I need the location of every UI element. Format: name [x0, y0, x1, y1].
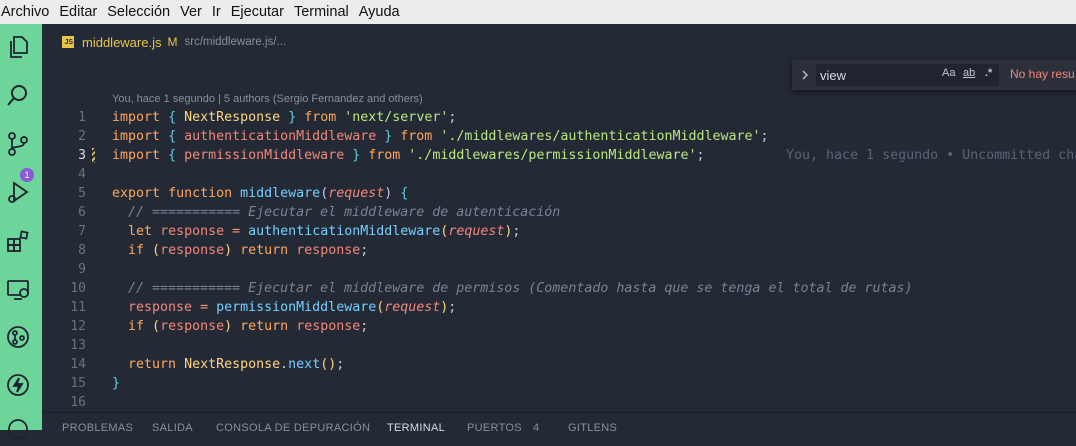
code-line: 6 // =========== Ejecutar el middleware … [42, 203, 1076, 222]
gitlens-codelens[interactable]: You, hace 1 segundo | 5 authors (Sergio … [112, 93, 423, 105]
javascript-file-icon: JS [62, 36, 74, 48]
run-debug-icon[interactable] [5, 179, 31, 205]
line-number: 8 [78, 243, 86, 258]
modified-indicator: M [167, 35, 178, 49]
source-control-icon[interactable] [5, 131, 31, 157]
code-line: 11 response = permissionMiddleware(reque… [42, 298, 1076, 317]
code-line: 10 // =========== Ejecutar el middleware… [42, 279, 1076, 298]
line-number: 10 [70, 281, 86, 296]
breadcrumb-file[interactable]: middleware.js [82, 35, 161, 50]
code-line: 9 [42, 260, 1076, 279]
code-line-current: 3 import { permissionMiddleware } from '… [42, 146, 1076, 165]
tab-gitlens[interactable]: GITLENS [568, 422, 617, 434]
line-number: 6 [78, 205, 86, 220]
code-line: 2 import { authenticationMiddleware } fr… [42, 127, 1076, 146]
line-number: 5 [78, 186, 86, 201]
menu-ayuda[interactable]: Ayuda [354, 0, 405, 24]
remote-explorer-icon[interactable] [5, 277, 31, 303]
match-case-button[interactable]: Aa [942, 67, 955, 79]
breadcrumb-path[interactable]: src/middleware.js/... [184, 36, 286, 48]
menu-seleccion[interactable]: Selección [102, 0, 175, 24]
line-number: 11 [70, 300, 86, 315]
menu-editar[interactable]: Editar [54, 0, 102, 24]
tab-output[interactable]: SALIDA [152, 422, 193, 434]
lightning-icon[interactable] [5, 372, 31, 398]
line-number: 15 [70, 376, 86, 391]
activity-bar: 1 [0, 24, 42, 439]
code-line: 8 if (response) return response; [42, 241, 1076, 260]
toggle-replace-button[interactable] [795, 60, 815, 90]
use-regex-button[interactable]: .* [985, 67, 992, 79]
menu-archivo[interactable]: Archivo [0, 0, 54, 24]
tab-terminal[interactable]: TERMINAL [387, 422, 445, 434]
menu-ver[interactable]: Ver [175, 0, 207, 24]
match-whole-word-button[interactable]: ab [963, 67, 975, 79]
gitlens-icon[interactable] [5, 324, 31, 350]
tab-ports[interactable]: PUERTOS [467, 422, 522, 434]
menu-ir[interactable]: Ir [207, 0, 226, 24]
menu-bar: Archivo Editar Selección Ver Ir Ejecutar… [0, 0, 1076, 24]
find-results-status: No hay resu [1010, 67, 1075, 81]
line-number: 9 [78, 262, 86, 277]
code-editor[interactable]: 1 import { NextResponse } from 'next/ser… [42, 108, 1076, 412]
extensions-icon[interactable] [5, 228, 31, 254]
ports-count-badge: 4 [533, 422, 540, 434]
code-line: 16 [42, 393, 1076, 412]
line-number: 14 [70, 357, 86, 372]
line-number: 7 [78, 224, 86, 239]
menu-ejecutar[interactable]: Ejecutar [226, 0, 289, 24]
find-widget: Aa ab .* No hay resu [792, 60, 1076, 90]
line-number: 2 [78, 129, 86, 144]
line-number: 16 [70, 395, 86, 410]
code-line: 14 return NextResponse.next(); [42, 355, 1076, 374]
chevron-right-icon [802, 70, 808, 80]
tab-debug-console[interactable]: CONSOLA DE DEPURACIÓN [216, 422, 370, 434]
code-line: 4 [42, 165, 1076, 184]
line-number: 4 [78, 167, 86, 182]
code-line: 7 let response = authenticationMiddlewar… [42, 222, 1076, 241]
extra-view-icon[interactable] [5, 416, 31, 442]
code-line: 1 import { NextResponse } from 'next/ser… [42, 108, 1076, 127]
menu-terminal[interactable]: Terminal [289, 0, 354, 24]
tab-problems[interactable]: PROBLEMAS [62, 422, 133, 434]
line-number: 12 [70, 319, 86, 334]
code-line: 15 } [42, 374, 1076, 393]
editor-area: JS middleware.js M src/middleware.js/...… [42, 24, 1076, 434]
git-modified-gutter-marker [92, 148, 95, 163]
line-number: 1 [78, 110, 86, 125]
code-line: 13 [42, 336, 1076, 355]
breadcrumb[interactable]: JS middleware.js M src/middleware.js/... [62, 32, 286, 52]
code-line: 12 if (response) return response; [42, 317, 1076, 336]
inline-blame-annotation: You, hace 1 segundo • Uncommitted change… [786, 148, 1076, 163]
code-line: 5 export function middleware(request) { [42, 184, 1076, 203]
line-number: 3 [78, 148, 86, 163]
panel-tab-bar: PROBLEMAS SALIDA CONSOLA DE DEPURACIÓN T… [42, 412, 1076, 434]
search-icon[interactable] [5, 83, 31, 109]
explorer-icon[interactable] [5, 34, 31, 60]
line-number: 13 [70, 338, 86, 353]
